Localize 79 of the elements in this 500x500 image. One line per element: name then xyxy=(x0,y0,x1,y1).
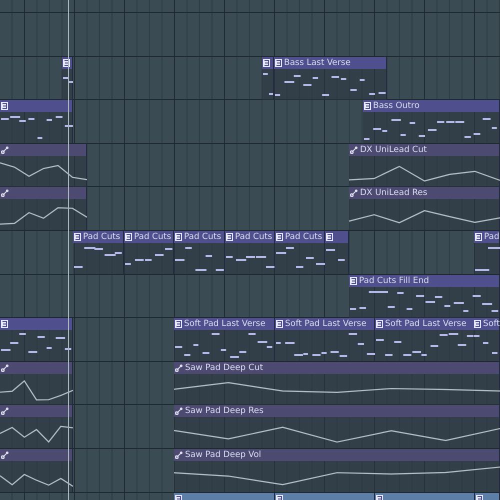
playlist-clip[interactable] xyxy=(0,448,73,492)
clip-name: Pad Cuts xyxy=(184,230,222,243)
playlist-clip[interactable]: Saw Pad Deep Cut xyxy=(174,362,500,405)
pattern-icon xyxy=(276,320,283,328)
playlist-clip[interactable]: Bass Last Verse xyxy=(274,56,387,100)
note-pattern-drawing xyxy=(263,72,274,95)
playlist-clip[interactable] xyxy=(262,56,274,100)
playlist-clip[interactable] xyxy=(0,362,73,405)
automation-icon xyxy=(175,407,183,416)
note-pattern-drawing xyxy=(1,333,72,354)
automation-icon xyxy=(1,364,9,372)
playlist-clip[interactable]: Bass Outro xyxy=(363,100,500,144)
playlist-clip[interactable]: Pad Cuts Fill End xyxy=(349,274,500,318)
pattern-icon xyxy=(350,276,357,285)
automation-icon xyxy=(350,146,358,154)
note-pattern-drawing xyxy=(74,246,122,268)
note-pattern-drawing xyxy=(1,116,73,140)
pattern-icon xyxy=(276,232,283,241)
playlist-clip[interactable] xyxy=(0,318,73,362)
playlist-clip[interactable]: Soft Pad Last Verse xyxy=(174,318,275,362)
pattern-icon xyxy=(364,102,371,110)
playlist-clip[interactable]: Pad Cuts xyxy=(124,230,174,274)
pattern-icon xyxy=(175,320,182,328)
pattern-icon xyxy=(1,320,8,328)
clip-name: Saw Pad Deep Vol xyxy=(185,448,262,461)
playlist-clip[interactable]: Soft Pad Last Verse xyxy=(375,318,475,362)
automation-icon xyxy=(175,364,183,372)
pattern-icon xyxy=(263,58,270,67)
pattern-icon xyxy=(326,232,333,241)
pattern-icon xyxy=(475,232,482,241)
playlist-clip[interactable]: Saw Pad Deep Vol xyxy=(174,448,500,492)
clip-name: Bass Last Verse xyxy=(284,56,351,69)
automation-icon xyxy=(1,407,9,416)
pattern-icon xyxy=(376,320,383,328)
clip-name: Soft Pad Last Verse xyxy=(184,318,266,330)
clip-name: Soft Pad Last Verse xyxy=(385,318,466,330)
pattern-icon xyxy=(74,232,81,241)
playlist-clip[interactable]: Saw Pad Deep Res xyxy=(174,405,500,448)
automation-icon xyxy=(350,189,358,198)
playlist-clip[interactable] xyxy=(0,405,73,448)
automation-icon xyxy=(1,450,9,459)
note-pattern-drawing xyxy=(475,246,500,271)
clip-name: Saw Pad Deep Res xyxy=(185,405,264,418)
automation-icon xyxy=(1,146,9,154)
pattern-icon xyxy=(474,320,481,328)
clip-name: DX UniLead Cut xyxy=(360,144,427,156)
note-pattern-drawing xyxy=(226,256,274,268)
playlist-clip[interactable]: DX UniLead Res xyxy=(349,187,500,230)
automation-icon xyxy=(175,450,183,459)
playlist-clip[interactable] xyxy=(0,187,87,230)
playlist-clip[interactable]: Pad Cuts xyxy=(174,230,225,274)
playlist-clip[interactable]: Pad Cuts xyxy=(275,230,325,274)
playlist-clip[interactable] xyxy=(62,56,73,100)
playlist-clip[interactable] xyxy=(0,144,87,187)
playlist-clip[interactable] xyxy=(0,100,73,144)
playlist-clip[interactable]: Soft Pad Last Verse xyxy=(275,318,375,362)
clip-name: Pad Cuts xyxy=(285,230,322,243)
clip-name: Pad Cuts xyxy=(83,230,120,243)
playlist-clip[interactable]: Pad Cuts xyxy=(73,230,124,274)
pattern-icon xyxy=(125,232,132,241)
clip-name: Pad Cuts xyxy=(134,230,172,243)
clip-name: Bass Outro xyxy=(373,100,420,112)
clip-name: Pad Cuts xyxy=(235,230,272,243)
automation-icon xyxy=(1,189,9,198)
pattern-icon xyxy=(1,102,8,110)
note-pattern-drawing xyxy=(175,246,224,271)
clip-name: Pad xyxy=(484,230,500,243)
playlist-clip[interactable]: DX UniLead Cut xyxy=(349,144,500,187)
clip-name: Soft Pad Last Verse xyxy=(285,318,366,330)
pattern-icon xyxy=(175,232,182,241)
clip-name: Pad Cuts Fill End xyxy=(359,274,430,287)
pattern-icon xyxy=(226,232,233,241)
clip-name: DX UniLead Res xyxy=(360,187,428,200)
playlist-clip[interactable] xyxy=(325,230,349,274)
playlist-clip[interactable]: Pad Cuts xyxy=(225,230,275,274)
pattern-icon xyxy=(275,58,282,67)
clip-name: Saw Pad Deep Cut xyxy=(185,362,264,374)
playlist-clip[interactable]: Pad xyxy=(474,230,500,274)
note-pattern-drawing xyxy=(125,248,172,265)
